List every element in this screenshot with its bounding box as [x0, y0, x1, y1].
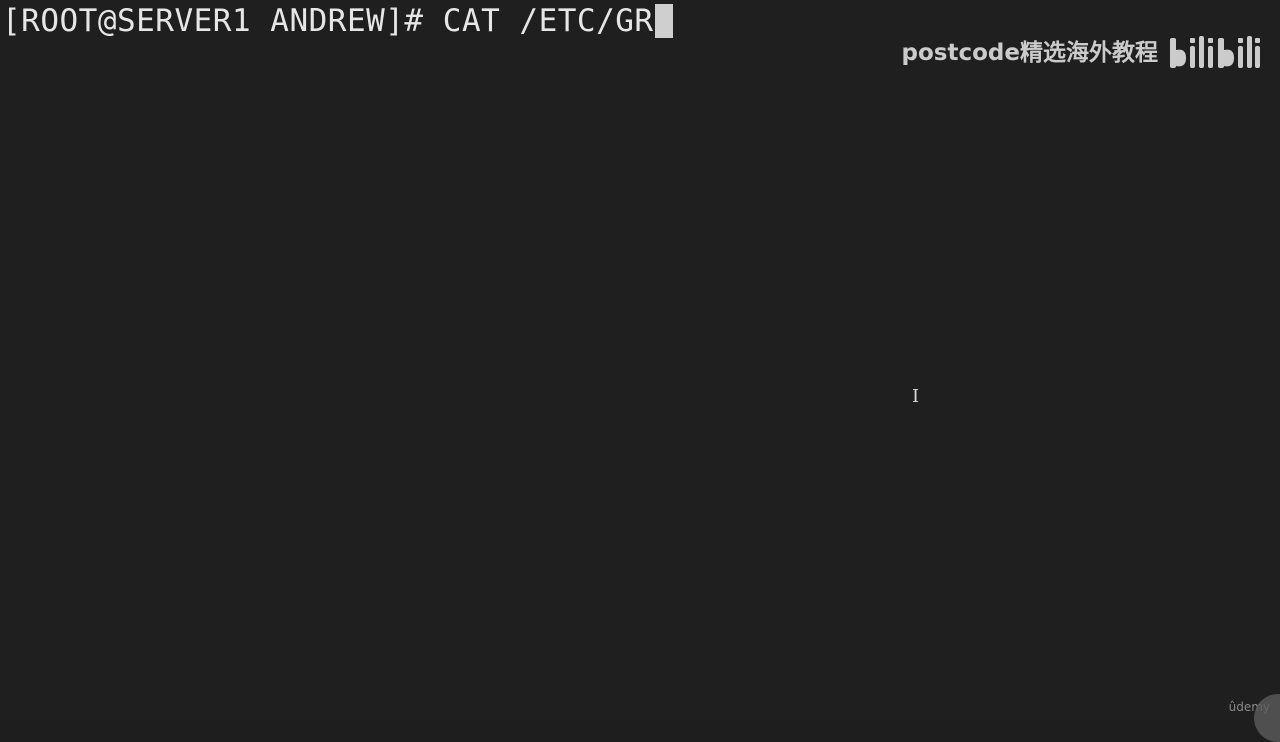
typed-command: CAT /ETC/GR [442, 3, 654, 39]
watermark-text: postcode精选海外教程 [901, 40, 1158, 66]
command-line: [ROOT@SERVER1 ANDREW]# CAT /ETC/GR [2, 0, 673, 42]
bilibili-logo-icon [1168, 28, 1260, 72]
ibeam-cursor-icon: I [912, 386, 920, 407]
text-cursor [654, 4, 673, 38]
terminal-window[interactable]: [ROOT@SERVER1 ANDREW]# CAT /ETC/GR postc… [0, 0, 1280, 742]
shell-prompt: [ROOT@SERVER1 ANDREW]# [2, 3, 424, 39]
watermark: postcode精选海外教程 [902, 28, 1260, 72]
